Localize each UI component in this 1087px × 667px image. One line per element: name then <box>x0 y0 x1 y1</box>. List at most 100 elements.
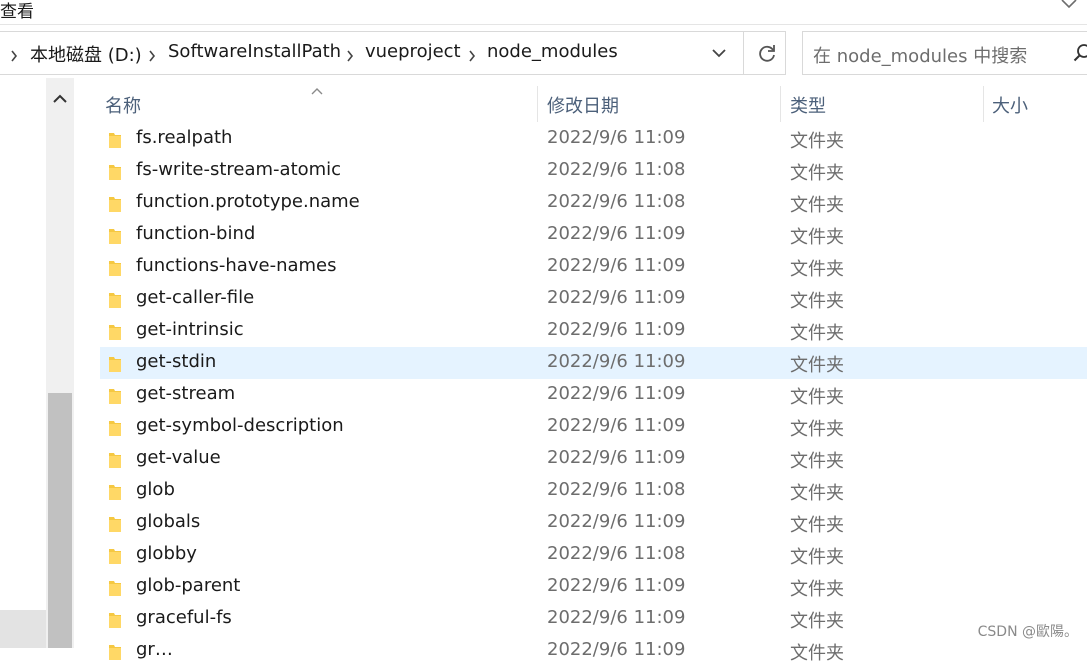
table-row[interactable]: graceful-fs 2022/9/6 11:09 文件夹 <box>100 603 1087 635</box>
file-type: 文件夹 <box>790 515 844 536</box>
file-name[interactable]: get-stream <box>136 383 235 404</box>
table-row[interactable]: gr… 2022/9/6 11:09 文件夹 <box>100 635 1087 667</box>
modified-date: 2022/9/6 11:09 <box>547 127 686 148</box>
sort-ascending-icon <box>310 81 324 100</box>
file-name[interactable]: graceful-fs <box>136 607 232 628</box>
file-type: 文件夹 <box>790 387 844 408</box>
file-type: 文件夹 <box>790 259 844 280</box>
modified-date: 2022/9/6 11:09 <box>547 319 686 340</box>
file-type: 文件夹 <box>790 611 844 632</box>
chevron-right-icon[interactable] <box>468 47 476 66</box>
table-row[interactable]: glob-parent 2022/9/6 11:09 文件夹 <box>100 571 1087 603</box>
nav-scrollbar-thumb[interactable] <box>48 393 72 648</box>
file-type: 文件夹 <box>790 323 844 344</box>
chevron-right-icon[interactable] <box>10 47 18 66</box>
scroll-up-icon[interactable] <box>52 90 68 109</box>
table-row[interactable]: get-stdin 2022/9/6 11:09 文件夹 <box>100 347 1087 379</box>
column-header-date[interactable]: 修改日期 <box>547 92 619 118</box>
file-name[interactable]: gr… <box>136 639 173 660</box>
nav-item-selected[interactable] <box>0 610 46 648</box>
chevron-down-icon[interactable] <box>710 45 728 64</box>
column-header-row: 名称 修改日期 类型 大小 <box>100 86 1087 122</box>
file-name[interactable]: get-caller-file <box>136 287 254 308</box>
file-name[interactable]: functions-have-names <box>136 255 337 276</box>
breadcrumb-softwareinstallpath[interactable]: SoftwareInstallPath <box>168 41 341 62</box>
table-row[interactable]: function.prototype.name 2022/9/6 11:08 文件夹 <box>100 187 1087 219</box>
file-name[interactable]: globals <box>136 511 200 532</box>
file-type: 文件夹 <box>790 195 844 216</box>
column-divider[interactable] <box>983 86 984 122</box>
table-row[interactable]: fs.realpath 2022/9/6 11:09 文件夹 <box>100 123 1087 155</box>
table-row[interactable]: get-symbol-description 2022/9/6 11:09 文件夹 <box>100 411 1087 443</box>
menu-view[interactable]: 查看 <box>0 0 34 22</box>
table-row[interactable]: fs-write-stream-atomic 2022/9/6 11:08 文件夹 <box>100 155 1087 187</box>
table-row[interactable]: globals 2022/9/6 11:09 文件夹 <box>100 507 1087 539</box>
breadcrumb-vueproject[interactable]: vueproject <box>365 41 461 62</box>
search-input[interactable]: 在 node_modules 中搜索 <box>802 31 1087 75</box>
modified-date: 2022/9/6 11:08 <box>547 191 686 212</box>
file-name[interactable]: glob <box>136 479 175 500</box>
table-row[interactable]: glob 2022/9/6 11:08 文件夹 <box>100 475 1087 507</box>
file-name[interactable]: get-stdin <box>136 351 216 372</box>
modified-date: 2022/9/6 11:09 <box>547 255 686 276</box>
breadcrumb-node-modules[interactable]: node_modules <box>487 41 618 62</box>
folder-icon <box>108 323 122 345</box>
file-type: 文件夹 <box>790 547 844 568</box>
table-row[interactable]: get-value 2022/9/6 11:09 文件夹 <box>100 443 1087 475</box>
file-name[interactable]: fs-write-stream-atomic <box>136 159 341 180</box>
ribbon-expand-chevron-icon[interactable] <box>1059 0 1079 15</box>
table-row[interactable]: get-stream 2022/9/6 11:09 文件夹 <box>100 379 1087 411</box>
modified-date: 2022/9/6 11:08 <box>547 543 686 564</box>
table-row[interactable]: get-caller-file 2022/9/6 11:09 文件夹 <box>100 283 1087 315</box>
folder-icon <box>108 611 122 633</box>
modified-date: 2022/9/6 11:09 <box>547 415 686 436</box>
table-row[interactable]: functions-have-names 2022/9/6 11:09 文件夹 <box>100 251 1087 283</box>
column-header-size[interactable]: 大小 <box>992 92 1028 118</box>
file-type: 文件夹 <box>790 451 844 472</box>
modified-date: 2022/9/6 11:09 <box>547 575 686 596</box>
column-header-name[interactable]: 名称 <box>105 92 141 118</box>
table-row[interactable]: globby 2022/9/6 11:08 文件夹 <box>100 539 1087 571</box>
folder-icon <box>108 355 122 377</box>
modified-date: 2022/9/6 11:08 <box>547 479 686 500</box>
file-name[interactable]: function-bind <box>136 223 255 244</box>
chevron-right-icon[interactable] <box>148 47 156 66</box>
folder-icon <box>108 259 122 281</box>
file-name[interactable]: glob-parent <box>136 575 240 596</box>
file-type: 文件夹 <box>790 419 844 440</box>
modified-date: 2022/9/6 11:09 <box>547 351 686 372</box>
refresh-icon[interactable] <box>753 40 781 68</box>
modified-date: 2022/9/6 11:08 <box>547 159 686 180</box>
folder-icon <box>108 291 122 313</box>
file-list: fs.realpath 2022/9/6 11:09 文件夹 fs-write-str… <box>100 123 1087 667</box>
search-icon[interactable] <box>1073 43 1087 67</box>
folder-icon <box>108 579 122 601</box>
table-row[interactable]: get-intrinsic 2022/9/6 11:09 文件夹 <box>100 315 1087 347</box>
modified-date: 2022/9/6 11:09 <box>547 639 686 660</box>
file-name[interactable]: get-intrinsic <box>136 319 244 340</box>
column-divider[interactable] <box>537 86 538 122</box>
column-header-type[interactable]: 类型 <box>790 92 826 118</box>
file-name[interactable]: get-value <box>136 447 221 468</box>
file-type: 文件夹 <box>790 579 844 600</box>
file-name[interactable]: globby <box>136 543 197 564</box>
folder-icon <box>108 387 122 409</box>
modified-date: 2022/9/6 11:09 <box>547 383 686 404</box>
breadcrumb-drive[interactable]: 本地磁盘 (D:) <box>30 41 142 67</box>
folder-icon <box>108 195 122 217</box>
file-type: 文件夹 <box>790 131 844 152</box>
watermark: CSDN @歐陽。 <box>977 624 1078 640</box>
address-bar[interactable]: 本地磁盘 (D:) SoftwareInstallPath vueproject… <box>0 31 786 75</box>
folder-icon <box>108 419 122 441</box>
file-name[interactable]: function.prototype.name <box>136 191 360 212</box>
column-divider[interactable] <box>780 86 781 122</box>
file-name[interactable]: get-symbol-description <box>136 415 344 436</box>
file-type: 文件夹 <box>790 355 844 376</box>
table-row[interactable]: function-bind 2022/9/6 11:09 文件夹 <box>100 219 1087 251</box>
modified-date: 2022/9/6 11:09 <box>547 447 686 468</box>
file-name[interactable]: fs.realpath <box>136 127 232 148</box>
ribbon-bar: 查看 <box>0 0 1087 25</box>
chevron-right-icon[interactable] <box>346 47 354 66</box>
folder-icon <box>108 451 122 473</box>
folder-icon <box>108 227 122 249</box>
